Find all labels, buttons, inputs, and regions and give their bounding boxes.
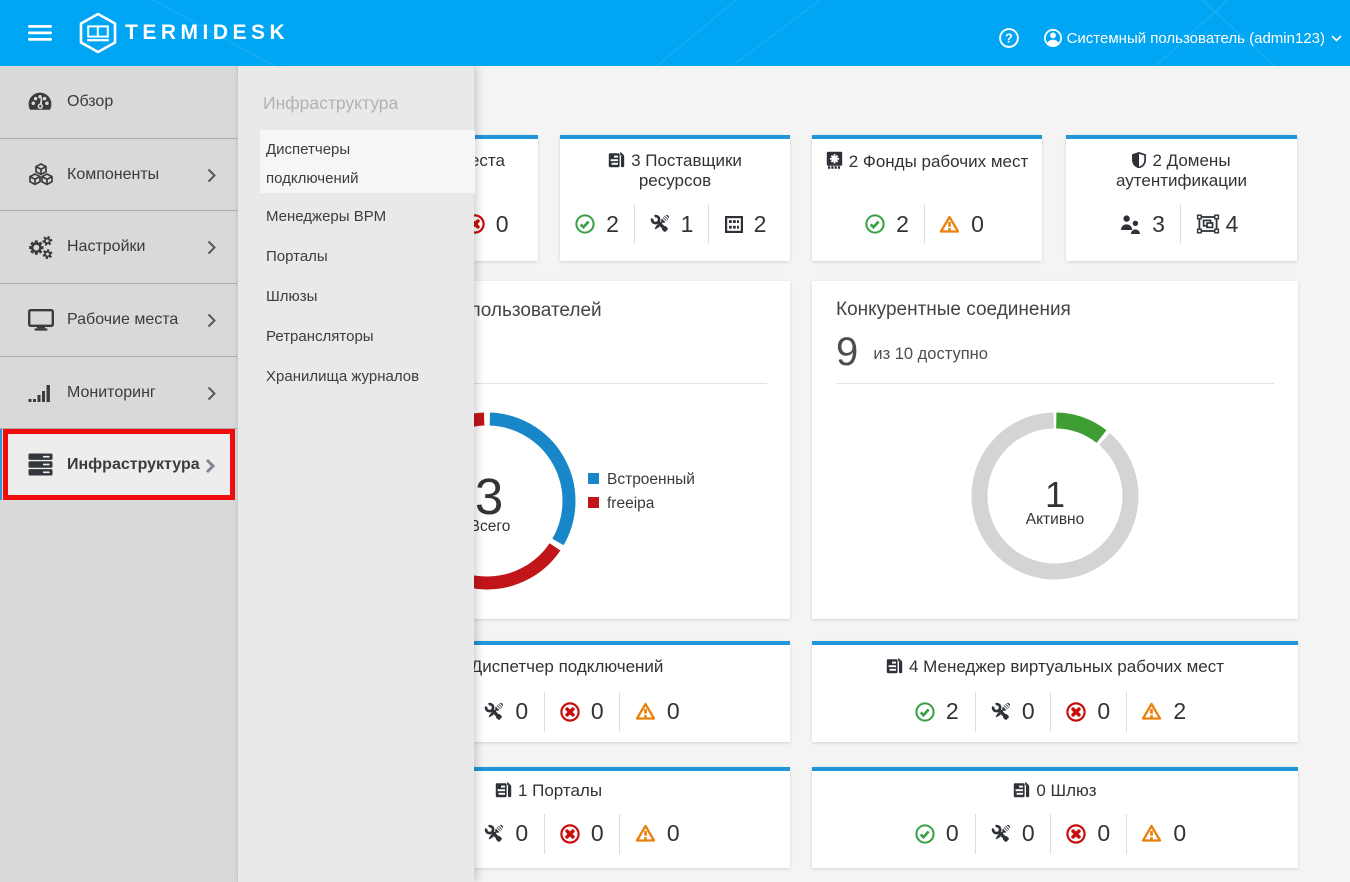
- svg-text:?: ?: [1005, 31, 1013, 45]
